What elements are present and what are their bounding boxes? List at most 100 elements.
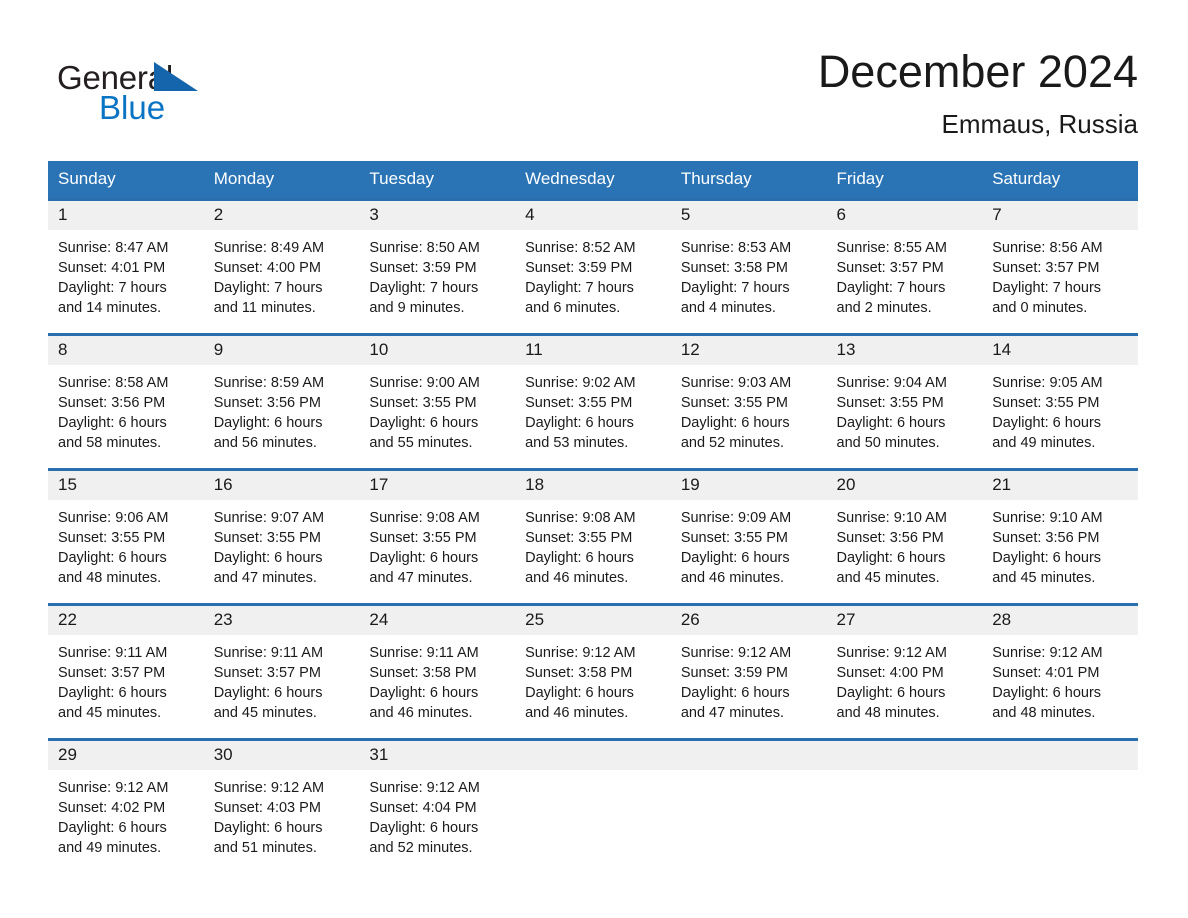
calendar-day-cell[interactable]: 28 Sunrise: 9:12 AM Sunset: 4:01 PM Dayligh… (982, 602, 1138, 740)
sunset-text: Sunset: 3:55 PM (680, 394, 789, 411)
calendar-day-cell[interactable]: 7 Sunrise: 8:56 AM Sunset: 3:57 PM Daylight… (982, 197, 1138, 335)
day-details: Sunrise: 9:12 AM Sunset: 3:59 PM Daylight:… (671, 635, 827, 723)
daylight-text: and 46 minutes. (369, 704, 473, 721)
calendar-day-cell[interactable]: 12 Sunrise: 9:03 AM Sunset: 3:55 PM Dayligh… (670, 332, 827, 470)
calendar-day-cell[interactable]: 2 Sunrise: 8:49 AM Sunset: 4:00 PM Daylight… (203, 197, 360, 335)
daylight-text: and 46 minutes. (680, 569, 784, 586)
calendar-day-cell[interactable]: 26 Sunrise: 9:12 AM Sunset: 3:59 PM Dayligh… (670, 602, 827, 740)
daylight-text: and 48 minutes. (58, 569, 162, 586)
sunrise-text: Sunrise: 8:56 AM (992, 239, 1103, 256)
calendar-day-cell[interactable]: 11 Sunrise: 9:02 AM Sunset: 3:55 PM Dayligh… (515, 332, 671, 470)
day-details: Sunrise: 9:10 AM Sunset: 3:56 PM Daylight:… (827, 500, 983, 588)
calendar-day-cell[interactable]: 25 Sunrise: 9:12 AM Sunset: 3:58 PM Dayligh… (515, 602, 671, 740)
daylight-text: and 51 minutes. (213, 839, 317, 856)
daylight-text: Daylight: 6 hours (213, 684, 323, 701)
daylight-text: Daylight: 6 hours (836, 549, 946, 566)
calendar-day-cell[interactable]: 10 Sunrise: 9:00 AM Sunset: 3:55 PM Dayligh… (359, 332, 516, 470)
calendar-day-cell[interactable]: 13 Sunrise: 9:04 AM Sunset: 3:55 PM Dayligh… (826, 332, 983, 470)
daylight-text: Daylight: 7 hours (369, 279, 479, 296)
day-number: 23 (203, 605, 360, 635)
daylight-text: and 47 minutes. (369, 569, 473, 586)
sunrise-text: Sunrise: 9:11 AM (58, 644, 168, 661)
calendar-day-cell[interactable]: 6 Sunrise: 8:55 AM Sunset: 3:57 PM Daylight… (826, 197, 983, 335)
daylight-text: and 52 minutes. (680, 434, 784, 451)
calendar-day-cell[interactable]: 17 Sunrise: 9:08 AM Sunset: 3:55 PM Dayligh… (359, 467, 516, 605)
calendar-day-cell[interactable]: 20 Sunrise: 9:10 AM Sunset: 3:56 PM Dayligh… (826, 467, 983, 605)
calendar-day-cell[interactable]: 1 Sunrise: 8:47 AM Sunset: 4:01 PM Daylight… (48, 197, 204, 335)
calendar-day-cell[interactable]: 3 Sunrise: 8:50 AM Sunset: 3:59 PM Daylight… (359, 197, 516, 335)
daylight-text: Daylight: 6 hours (58, 414, 167, 431)
day-details: Sunrise: 9:08 AM Sunset: 3:55 PM Daylight:… (359, 500, 515, 588)
sunrise-text: Sunrise: 9:12 AM (369, 779, 480, 796)
sunrise-text: Sunrise: 9:00 AM (369, 374, 480, 391)
calendar-day-cell[interactable]: 24 Sunrise: 9:11 AM Sunset: 3:58 PM Dayligh… (359, 602, 516, 740)
weekday-header-tuesday: Tuesday (359, 160, 516, 200)
day-details: Sunrise: 9:12 AM Sunset: 4:03 PM Daylight:… (204, 770, 360, 858)
sunrise-text: Sunrise: 9:03 AM (680, 374, 792, 391)
daylight-text: Daylight: 6 hours (992, 684, 1102, 701)
calendar-day-cell[interactable]: 16 Sunrise: 9:07 AM Sunset: 3:55 PM Dayligh… (203, 467, 360, 605)
day-number: 16 (203, 470, 360, 500)
calendar-day-cell-empty (982, 737, 1138, 875)
daylight-text: Daylight: 6 hours (58, 819, 167, 836)
day-number: 8 (48, 335, 204, 365)
daylight-text: and 2 minutes. (836, 299, 932, 316)
day-details: Sunrise: 9:12 AM Sunset: 4:02 PM Daylight:… (48, 770, 204, 858)
calendar-day-cell[interactable]: 29 Sunrise: 9:12 AM Sunset: 4:02 PM Dayligh… (48, 737, 204, 875)
weekday-header-wednesday: Wednesday (515, 160, 671, 200)
day-details: Sunrise: 8:47 AM Sunset: 4:01 PM Daylight:… (48, 230, 204, 318)
day-number: 26 (670, 605, 827, 635)
sunset-text: Sunset: 3:59 PM (680, 664, 789, 681)
calendar-day-cell-empty (826, 737, 983, 875)
day-number: 22 (48, 605, 204, 635)
daylight-text: Daylight: 6 hours (525, 414, 634, 431)
generalblue-logo[interactable]: General Blue (57, 46, 217, 124)
calendar-day-cell[interactable]: 8 Sunrise: 8:58 AM Sunset: 3:56 PM Daylight… (48, 332, 204, 470)
sunset-text: Sunset: 3:59 PM (525, 259, 633, 276)
daylight-text: and 46 minutes. (525, 569, 629, 586)
calendar-day-cell[interactable]: 4 Sunrise: 8:52 AM Sunset: 3:59 PM Daylight… (515, 197, 671, 335)
sunset-text: Sunset: 3:57 PM (213, 664, 321, 681)
calendar-day-cell[interactable]: 31 Sunrise: 9:12 AM Sunset: 4:04 PM Dayligh… (359, 737, 516, 875)
daylight-text: and 47 minutes. (213, 569, 317, 586)
daylight-text: and 49 minutes. (58, 839, 162, 856)
sunrise-text: Sunrise: 8:52 AM (525, 239, 636, 256)
daylight-text: Daylight: 6 hours (680, 549, 790, 566)
calendar-day-cell[interactable]: 22 Sunrise: 9:11 AM Sunset: 3:57 PM Dayligh… (48, 602, 204, 740)
weekday-header-sunday: Sunday (48, 160, 204, 200)
calendar-day-cell[interactable]: 14 Sunrise: 9:05 AM Sunset: 3:55 PM Dayligh… (982, 332, 1138, 470)
day-details: Sunrise: 8:59 AM Sunset: 3:56 PM Daylight:… (204, 365, 360, 453)
calendar-day-cell[interactable]: 9 Sunrise: 8:59 AM Sunset: 3:56 PM Daylight… (203, 332, 360, 470)
sunset-text: Sunset: 3:56 PM (213, 394, 321, 411)
sunrise-text: Sunrise: 8:47 AM (58, 239, 169, 256)
calendar-day-cell[interactable]: 21 Sunrise: 9:10 AM Sunset: 3:56 PM Dayligh… (982, 467, 1138, 605)
sunset-text: Sunset: 3:56 PM (58, 394, 166, 411)
calendar-day-cell[interactable]: 19 Sunrise: 9:09 AM Sunset: 3:55 PM Dayligh… (670, 467, 827, 605)
day-number: 21 (982, 470, 1138, 500)
day-number: 29 (48, 740, 204, 770)
day-number (982, 740, 1138, 770)
daylight-text: Daylight: 6 hours (836, 414, 946, 431)
daylight-text: and 58 minutes. (58, 434, 162, 451)
calendar-day-cell[interactable]: 5 Sunrise: 8:53 AM Sunset: 3:58 PM Daylight… (670, 197, 827, 335)
calendar-day-cell[interactable]: 23 Sunrise: 9:11 AM Sunset: 3:57 PM Dayligh… (203, 602, 360, 740)
day-details: Sunrise: 8:55 AM Sunset: 3:57 PM Daylight:… (827, 230, 983, 318)
day-details: Sunrise: 9:02 AM Sunset: 3:55 PM Daylight:… (515, 365, 671, 453)
logo-triangle-icon (154, 62, 198, 91)
calendar-day-cell[interactable]: 30 Sunrise: 9:12 AM Sunset: 4:03 PM Dayligh… (203, 737, 360, 875)
calendar-day-cell[interactable]: 27 Sunrise: 9:12 AM Sunset: 4:00 PM Dayligh… (826, 602, 983, 740)
day-details: Sunrise: 9:07 AM Sunset: 3:55 PM Daylight:… (204, 500, 360, 588)
calendar-container: Sunday Monday Tuesday Wednesday Thursday Frid… (48, 160, 1138, 875)
calendar-day-cell[interactable]: 15 Sunrise: 9:06 AM Sunset: 3:55 PM Dayligh… (48, 467, 204, 605)
calendar-week-row: 15 Sunrise: 9:06 AM Sunset: 3:55 PM Dayligh… (48, 467, 1138, 605)
daylight-text: and 48 minutes. (992, 704, 1096, 721)
daylight-text: Daylight: 7 hours (525, 279, 634, 296)
day-details: Sunrise: 9:11 AM Sunset: 3:57 PM Daylight:… (48, 635, 204, 723)
day-number: 14 (982, 335, 1138, 365)
calendar-day-cell[interactable]: 18 Sunrise: 9:08 AM Sunset: 3:55 PM Dayligh… (515, 467, 671, 605)
daylight-text: Daylight: 6 hours (836, 684, 946, 701)
title-block: December 2024 Emmaus, Russia (818, 46, 1138, 140)
sunrise-text: Sunrise: 9:12 AM (525, 644, 636, 661)
day-number: 19 (670, 470, 827, 500)
day-number (826, 740, 983, 770)
